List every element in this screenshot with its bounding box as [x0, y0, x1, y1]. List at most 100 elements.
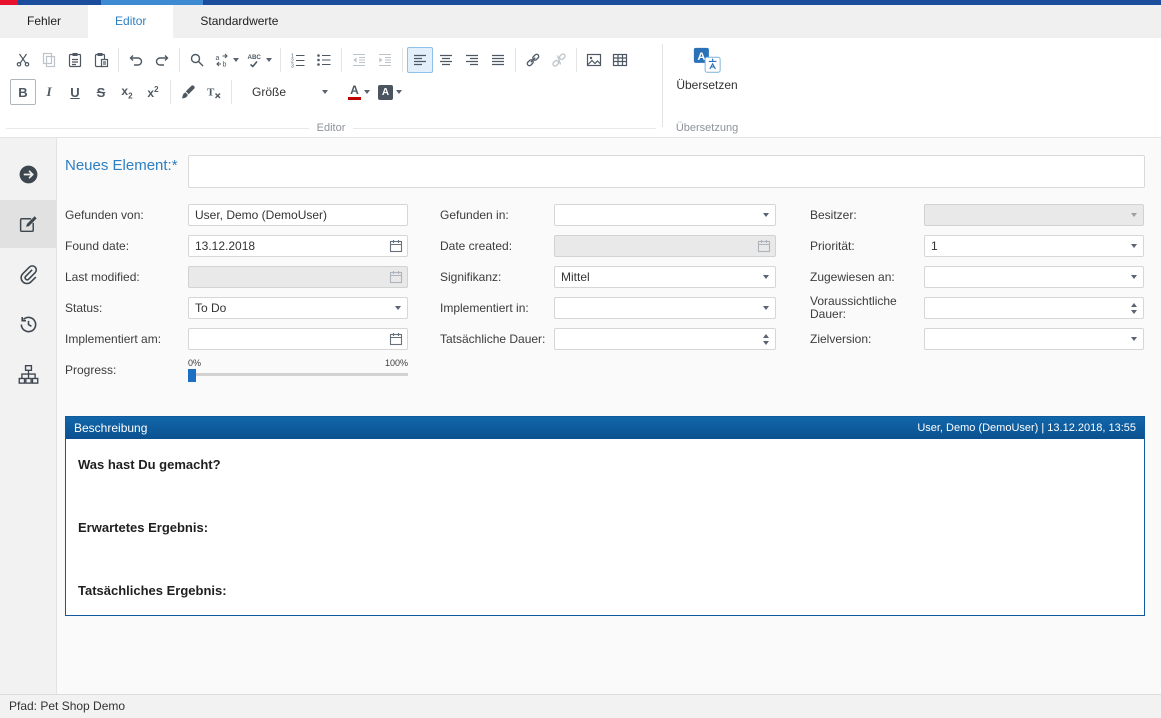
- calendar-icon: [753, 236, 775, 256]
- spin-down-icon[interactable]: [763, 341, 769, 345]
- underline-button[interactable]: U: [62, 79, 88, 105]
- align-right-icon: [464, 52, 480, 68]
- superscript-glyph: x2: [147, 85, 158, 100]
- cut-button[interactable]: [10, 47, 36, 73]
- last-modified-input: [188, 266, 408, 288]
- insert-table-button[interactable]: [607, 47, 633, 73]
- bullet-list-icon: [316, 52, 332, 68]
- spin-up-icon[interactable]: [1131, 303, 1137, 307]
- description-editor-body[interactable]: Was hast Du gemacht? Erwartetes Ergebnis…: [66, 439, 1144, 617]
- bullet-list-button[interactable]: [311, 47, 337, 73]
- prioritaet-dropdown[interactable]: 1: [924, 235, 1144, 257]
- align-left-button[interactable]: [407, 47, 433, 73]
- gefunden-in-dropdown[interactable]: [554, 204, 776, 226]
- status-dropdown[interactable]: To Do: [188, 297, 408, 319]
- dropdown-caret-icon: [763, 306, 769, 310]
- search-button[interactable]: [184, 47, 210, 73]
- zugewiesen-an-label: Zugewiesen an:: [810, 271, 924, 284]
- dropdown-caret-icon: [1131, 275, 1137, 279]
- progress-slider-handle[interactable]: [188, 369, 196, 382]
- new-element-label: Neues Element:*: [65, 155, 188, 175]
- svg-text:3: 3: [291, 64, 294, 68]
- field-row-found-date: Found date:: [65, 235, 408, 257]
- numbered-list-icon: 123: [290, 52, 306, 68]
- translate-button[interactable]: A Übersetzen: [670, 42, 743, 96]
- tab-editor[interactable]: Editor: [88, 5, 173, 38]
- spinner-buttons[interactable]: [763, 334, 769, 345]
- sidebar-item-history[interactable]: [0, 300, 56, 348]
- paste-special-button[interactable]: [88, 47, 114, 73]
- fill-color-icon: A: [378, 85, 393, 100]
- history-icon: [18, 314, 39, 335]
- gefunden-von-input[interactable]: [188, 204, 408, 226]
- edit-icon: [18, 214, 39, 235]
- dropdown-caret-icon: [1131, 244, 1137, 248]
- voraussichtliche-dauer-spinner[interactable]: [924, 297, 1144, 319]
- sidebar-item-edit[interactable]: [0, 200, 56, 248]
- tatsaechliche-dauer-spinner[interactable]: [554, 328, 776, 350]
- spin-down-icon[interactable]: [1131, 310, 1137, 314]
- implementiert-am-input[interactable]: [188, 328, 408, 350]
- found-date-input[interactable]: [188, 235, 408, 257]
- field-column-2: Gefunden in: Date created: Signifikanz: …: [440, 204, 776, 390]
- sidebar-item-hierarchy[interactable]: [0, 350, 56, 398]
- field-row-gefunden-in: Gefunden in:: [440, 204, 776, 226]
- sidebar: [0, 138, 57, 694]
- insert-image-button[interactable]: [581, 47, 607, 73]
- signifikanz-dropdown[interactable]: Mittel: [554, 266, 776, 288]
- subscript-button[interactable]: x2: [114, 79, 140, 105]
- clear-formatting-button[interactable]: T: [201, 79, 227, 105]
- indent-icon: [377, 52, 393, 68]
- sidebar-item-navigate[interactable]: [0, 150, 56, 198]
- bold-button[interactable]: B: [10, 79, 36, 105]
- format-painter-button[interactable]: [175, 79, 201, 105]
- paste-icon: [67, 52, 83, 68]
- strikethrough-glyph: S: [97, 85, 106, 100]
- paperclip-icon: [18, 264, 39, 285]
- spellcheck-button[interactable]: ABC: [243, 47, 276, 73]
- fill-color-button[interactable]: A: [374, 79, 406, 105]
- paste-button[interactable]: [62, 47, 88, 73]
- italic-button[interactable]: I: [36, 79, 62, 105]
- dropdown-caret-icon: [763, 213, 769, 217]
- sidebar-item-attachments[interactable]: [0, 250, 56, 298]
- new-element-input[interactable]: [188, 155, 1145, 188]
- spinner-buttons[interactable]: [1131, 303, 1137, 314]
- spin-up-icon[interactable]: [763, 334, 769, 338]
- subscript-glyph: x2: [121, 84, 132, 100]
- align-right-button[interactable]: [459, 47, 485, 73]
- gefunden-von-label: Gefunden von:: [65, 209, 188, 222]
- align-center-button[interactable]: [433, 47, 459, 73]
- toolbar-separator: [515, 48, 516, 72]
- font-color-button[interactable]: A: [344, 79, 374, 105]
- ribbon-group-editor-caption: Editor: [0, 122, 662, 134]
- zugewiesen-an-dropdown[interactable]: [924, 266, 1144, 288]
- tab-fehler[interactable]: Fehler: [0, 5, 88, 38]
- replace-button[interactable]: ab: [210, 47, 243, 73]
- superscript-button[interactable]: x2: [140, 79, 166, 105]
- progress-slider-track[interactable]: [188, 369, 408, 382]
- field-row-gefunden-von: Gefunden von:: [65, 204, 408, 226]
- insert-link-button[interactable]: [520, 47, 546, 73]
- toolbar-separator: [402, 48, 403, 72]
- gefunden-in-label: Gefunden in:: [440, 209, 554, 222]
- arrow-right-circle-icon: [18, 164, 39, 185]
- strikethrough-button[interactable]: S: [88, 79, 114, 105]
- calendar-icon[interactable]: [385, 236, 407, 256]
- undo-button[interactable]: [123, 47, 149, 73]
- field-row-last-modified: Last modified:: [65, 266, 408, 288]
- redo-button[interactable]: [149, 47, 175, 73]
- justify-button[interactable]: [485, 47, 511, 73]
- numbered-list-button[interactable]: 123: [285, 47, 311, 73]
- svg-text:T: T: [207, 87, 215, 99]
- implementiert-in-dropdown[interactable]: [554, 297, 776, 319]
- zielversion-dropdown[interactable]: [924, 328, 1144, 350]
- font-size-dropdown[interactable]: Größe: [246, 80, 334, 104]
- svg-text:ABC: ABC: [248, 54, 262, 61]
- tab-standardwerte[interactable]: Standardwerte: [173, 5, 305, 38]
- align-left-icon: [412, 52, 428, 68]
- calendar-icon[interactable]: [385, 329, 407, 349]
- svg-text:b: b: [223, 62, 227, 69]
- progress-slider[interactable]: 0%100%: [188, 359, 408, 381]
- progress-min-label: 0%: [188, 359, 201, 368]
